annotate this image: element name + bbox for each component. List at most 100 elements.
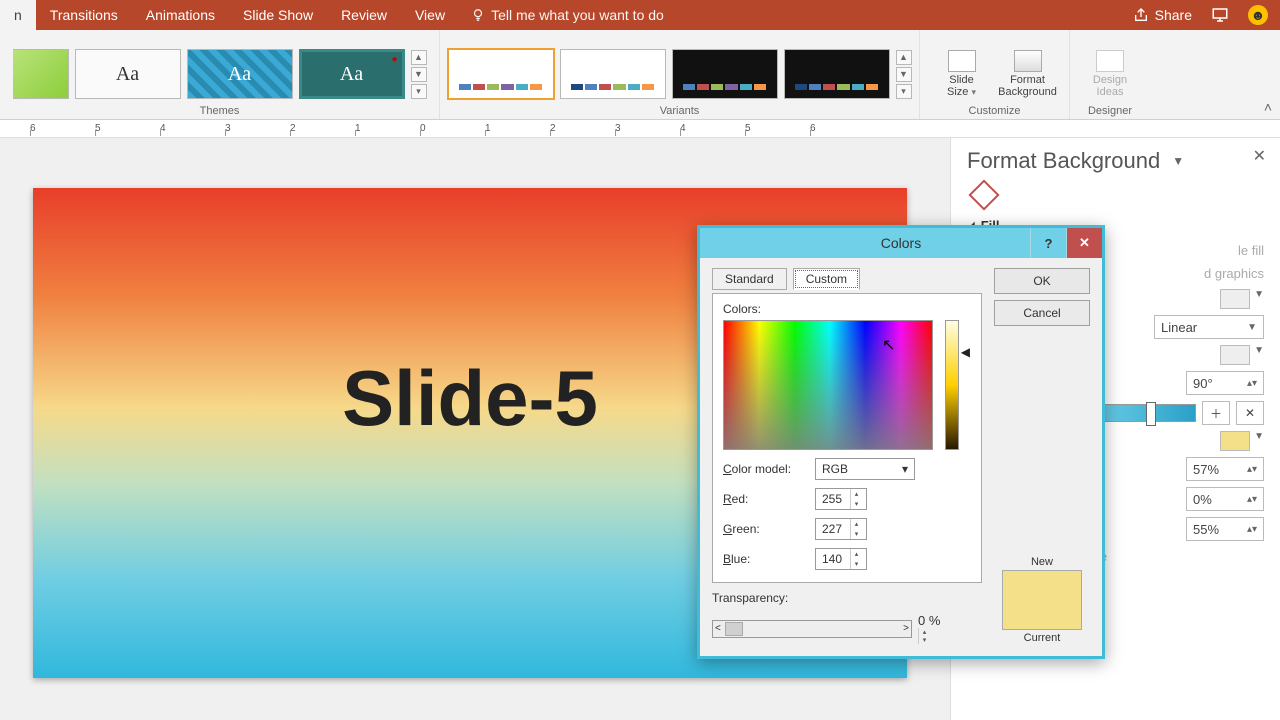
ruler-tick: 3 [615,123,680,134]
stop-color-swatch[interactable] [1220,431,1250,451]
pane-title: Format Background▼ [967,148,1264,174]
ruler-tick: 3 [225,123,290,134]
direction2-swatch[interactable] [1220,345,1250,365]
slider-thumb[interactable] [725,622,743,636]
themes-scroll-up[interactable]: ▲ [411,50,427,65]
theme-aa-label: Aa [340,63,363,86]
dialog-tabs: Standard Custom [712,268,982,290]
custom-panel: Colors: ↖ ◀ Color model: RGB▾ Red: 255▴▾… [712,293,982,583]
theme-thumb-2[interactable]: Aa [75,49,181,99]
design-ideas-button: DesignIdeas [1080,50,1140,98]
variant-2[interactable] [560,49,666,99]
ruler-tick: 0 [420,123,485,134]
variants-scroll-down[interactable]: ▼ [896,67,912,82]
pane-close-icon[interactable]: ✕ [1253,146,1266,166]
current-label: Current [1024,632,1061,644]
customize-group-label: Customize [969,103,1021,117]
green-label: Green: [723,522,807,536]
pane-transparency-spinner[interactable]: 0%▴▾ [1186,487,1264,511]
color-preview: New Current [994,556,1090,644]
paint-bucket-icon[interactable] [968,179,999,210]
theme-thumb-4[interactable]: Aa● [299,49,405,99]
blue-spinner[interactable]: 140▴▾ [815,548,867,570]
ruler-tick: 2 [550,123,615,134]
ok-button[interactable]: OK [994,268,1090,294]
dialog-titlebar[interactable]: Colors ? ✕ [700,228,1102,258]
variants-scroll-up[interactable]: ▲ [896,50,912,65]
green-spinner[interactable]: 227▴▾ [815,518,867,540]
color-model-combo[interactable]: RGB▾ [815,458,915,480]
tell-me[interactable]: Tell me what you want to do [471,7,664,23]
transparency-slider[interactable]: < > [712,620,912,638]
slider-left-icon[interactable]: < [715,623,721,634]
lightbulb-icon [471,8,485,22]
caret-icon[interactable]: ▼ [1254,431,1264,451]
gradient-stop[interactable] [1146,402,1156,426]
variant-4[interactable] [784,49,890,99]
cancel-button[interactable]: Cancel [994,300,1090,326]
tab-transitions[interactable]: Transitions [36,0,132,30]
dlg-transparency-row: < > 0 %▴▾ [712,613,982,644]
blue-field: Blue: 140▴▾ [723,548,971,570]
tab-partial[interactable]: n [0,0,36,30]
dlg-transparency-label: Transparency: [712,591,982,605]
transparency-spinner[interactable]: 0 %▴▾ [918,613,982,644]
horizontal-ruler: 6 5 4 3 2 1 0 1 2 3 4 5 6 [0,120,1280,138]
share-icon [1133,7,1149,23]
theme-thumb-3[interactable]: Aa [187,49,293,99]
slider-right-icon[interactable]: > [903,623,909,634]
caret-icon[interactable]: ▼ [1254,289,1264,309]
dialog-help-button[interactable]: ? [1030,228,1066,258]
tab-review[interactable]: Review [327,0,401,30]
collapse-ribbon-icon[interactable]: ˄ [1264,99,1272,115]
ribbon-tab-strip: n Transitions Animations Slide Show Revi… [0,0,1280,30]
red-spinner[interactable]: 255▴▾ [815,488,867,510]
type-combo[interactable]: Linear▼ [1154,315,1264,339]
format-background-icon [1014,50,1042,72]
ruler-tick: 5 [95,123,160,134]
color-model-field: Color model: RGB▾ [723,458,971,480]
themes-scroll-down[interactable]: ▼ [411,67,427,82]
slide-size-button[interactable]: SlideSize ▾ [932,50,992,98]
preview-swatch [1002,570,1082,630]
direction-swatch[interactable] [1220,289,1250,309]
tab-standard[interactable]: Standard [712,268,787,290]
angle-spinner[interactable]: 90°▴▾ [1186,371,1264,395]
remove-stop-button[interactable]: ✕ [1236,401,1264,425]
red-label: Red: [723,492,807,506]
tab-slideshow[interactable]: Slide Show [229,0,327,30]
share-button[interactable]: Share [1133,7,1192,23]
design-ideas-icon [1096,50,1124,72]
account-smiley-icon[interactable]: ☻ [1248,5,1268,25]
new-label: New [1031,556,1053,568]
themes-more[interactable]: ▾ [411,84,427,99]
brightness-spinner[interactable]: 55%▴▾ [1186,517,1264,541]
ribbon-body: Aa Aa Aa● ▲ ▼ ▾ Themes ▲ ▼ ▾ Variants [0,30,1280,120]
themes-gallery-controls: ▲ ▼ ▾ [411,50,427,99]
variants-more[interactable]: ▾ [896,84,912,99]
format-background-button[interactable]: FormatBackground [998,50,1058,98]
dialog-close-button[interactable]: ✕ [1066,228,1102,258]
theme-aa-label: Aa [228,63,251,86]
colors-label: Colors: [723,302,971,316]
ruler-tick: 4 [680,123,745,134]
add-stop-button[interactable]: ＋ [1202,401,1230,425]
color-spectrum[interactable]: ↖ [723,320,933,450]
dialog-title: Colors [881,235,921,251]
theme-thumb-1[interactable] [13,49,69,99]
pane-title-dropdown-icon[interactable]: ▼ [1172,154,1184,168]
present-icon[interactable] [1210,6,1230,24]
variants-gallery-controls: ▲ ▼ ▾ [896,50,912,99]
tab-animations[interactable]: Animations [132,0,229,30]
ruler-tick: 4 [160,123,225,134]
ruler-tick: 2 [290,123,355,134]
caret-icon[interactable]: ▼ [1254,345,1264,365]
slide-size-icon [948,50,976,72]
luminance-slider[interactable]: ◀ [945,320,959,450]
tab-view[interactable]: View [401,0,459,30]
ruler-tick: 1 [485,123,550,134]
position-spinner[interactable]: 57%▴▾ [1186,457,1264,481]
variant-1[interactable] [448,49,554,99]
tab-custom[interactable]: Custom [793,268,860,290]
variant-3[interactable] [672,49,778,99]
